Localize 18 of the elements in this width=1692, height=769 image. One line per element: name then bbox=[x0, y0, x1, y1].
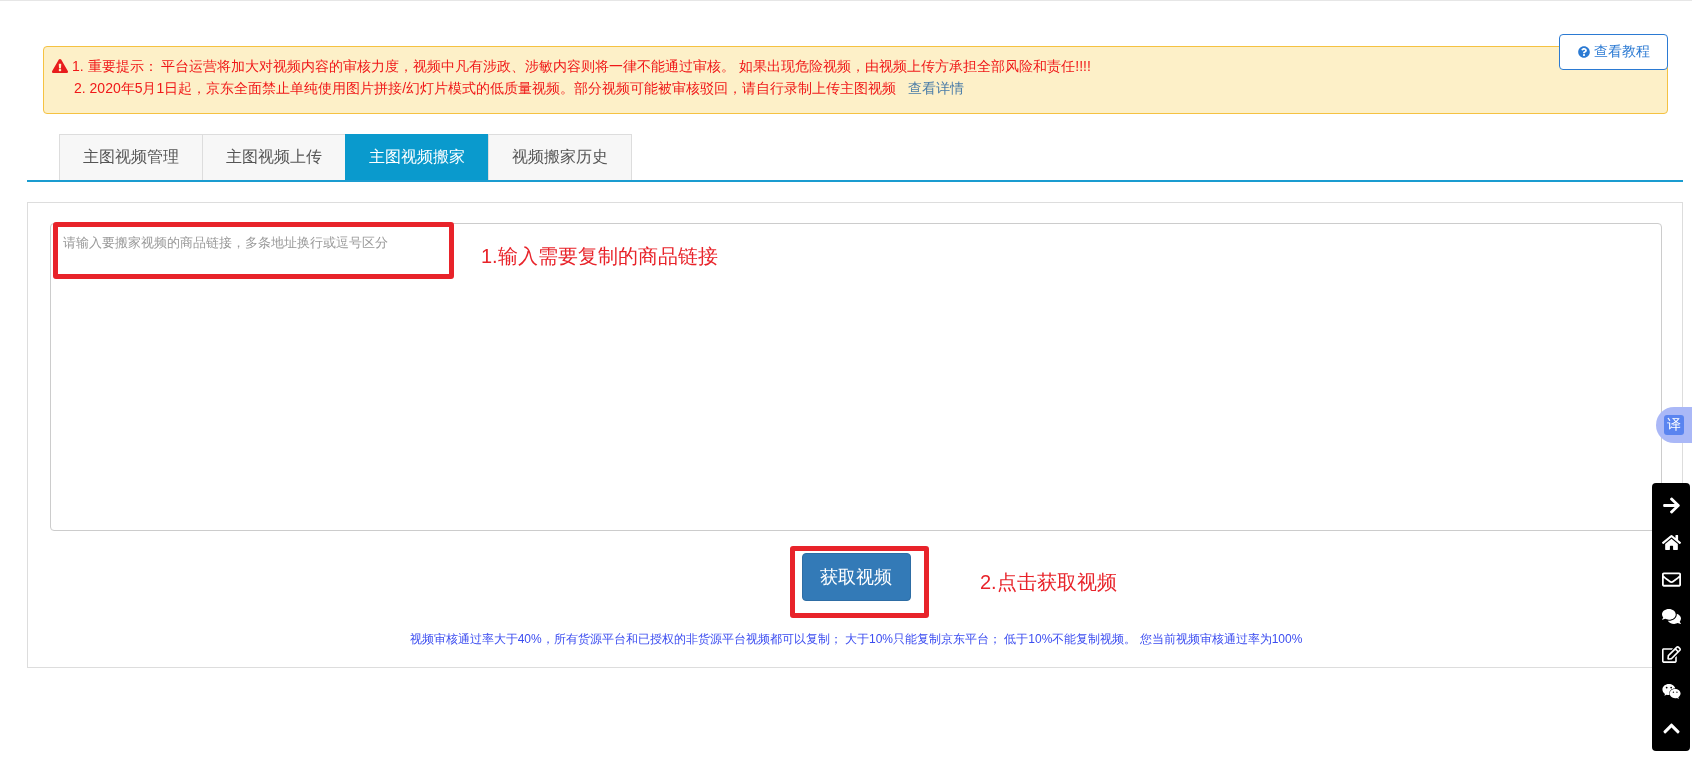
annotation-text: 1.输入需要复制的商品链接 bbox=[481, 244, 718, 269]
details-link[interactable]: 查看详情 bbox=[908, 77, 965, 99]
arrow-right-icon[interactable] bbox=[1660, 494, 1682, 517]
help-icon bbox=[1577, 46, 1590, 58]
tab[interactable]: 主图视频搬家 bbox=[345, 134, 489, 180]
fetch-video-button[interactable]: 获取视频 bbox=[801, 553, 911, 601]
annotation-text: 2.点击获取视频 bbox=[980, 570, 1117, 595]
tutorial-button[interactable]: 查看教程 bbox=[1559, 34, 1668, 70]
alert-text: 1. 重要提示： 平台运营将加大对视频内容的审核力度，视频中凡有涉政、涉敏内容则将一律不能通过审核。 如果出现危险视频，由视频上传方承担全部风险和责任!!!! bbox=[72, 57, 1091, 76]
tab[interactable]: 视频搬家历史 bbox=[488, 134, 632, 180]
warning-icon bbox=[52, 58, 68, 74]
alert-text: 2. 2020年5月1日起，京东全面禁止单纯使用图片拼接/幻灯片模式的低质量视频。部分视频可能被审核驳回，请自行录制上传主图视频 bbox=[74, 79, 897, 98]
translate-bubble[interactable]: 译 bbox=[1656, 407, 1692, 443]
edit-icon[interactable] bbox=[1660, 643, 1682, 666]
tab[interactable]: 主图视频管理 bbox=[59, 134, 203, 180]
translate-label: 译 bbox=[1664, 415, 1684, 435]
tab[interactable]: 主图视频上传 bbox=[202, 134, 346, 180]
pass-rate-note: 视频审核通过率大于40%，所有货源平台和已授权的非货源平台视频都可以复制； 大于10%只能复制京东平台； 低于10%不能复制视频。 您当前视频审核通过率为100% bbox=[409, 631, 1303, 648]
